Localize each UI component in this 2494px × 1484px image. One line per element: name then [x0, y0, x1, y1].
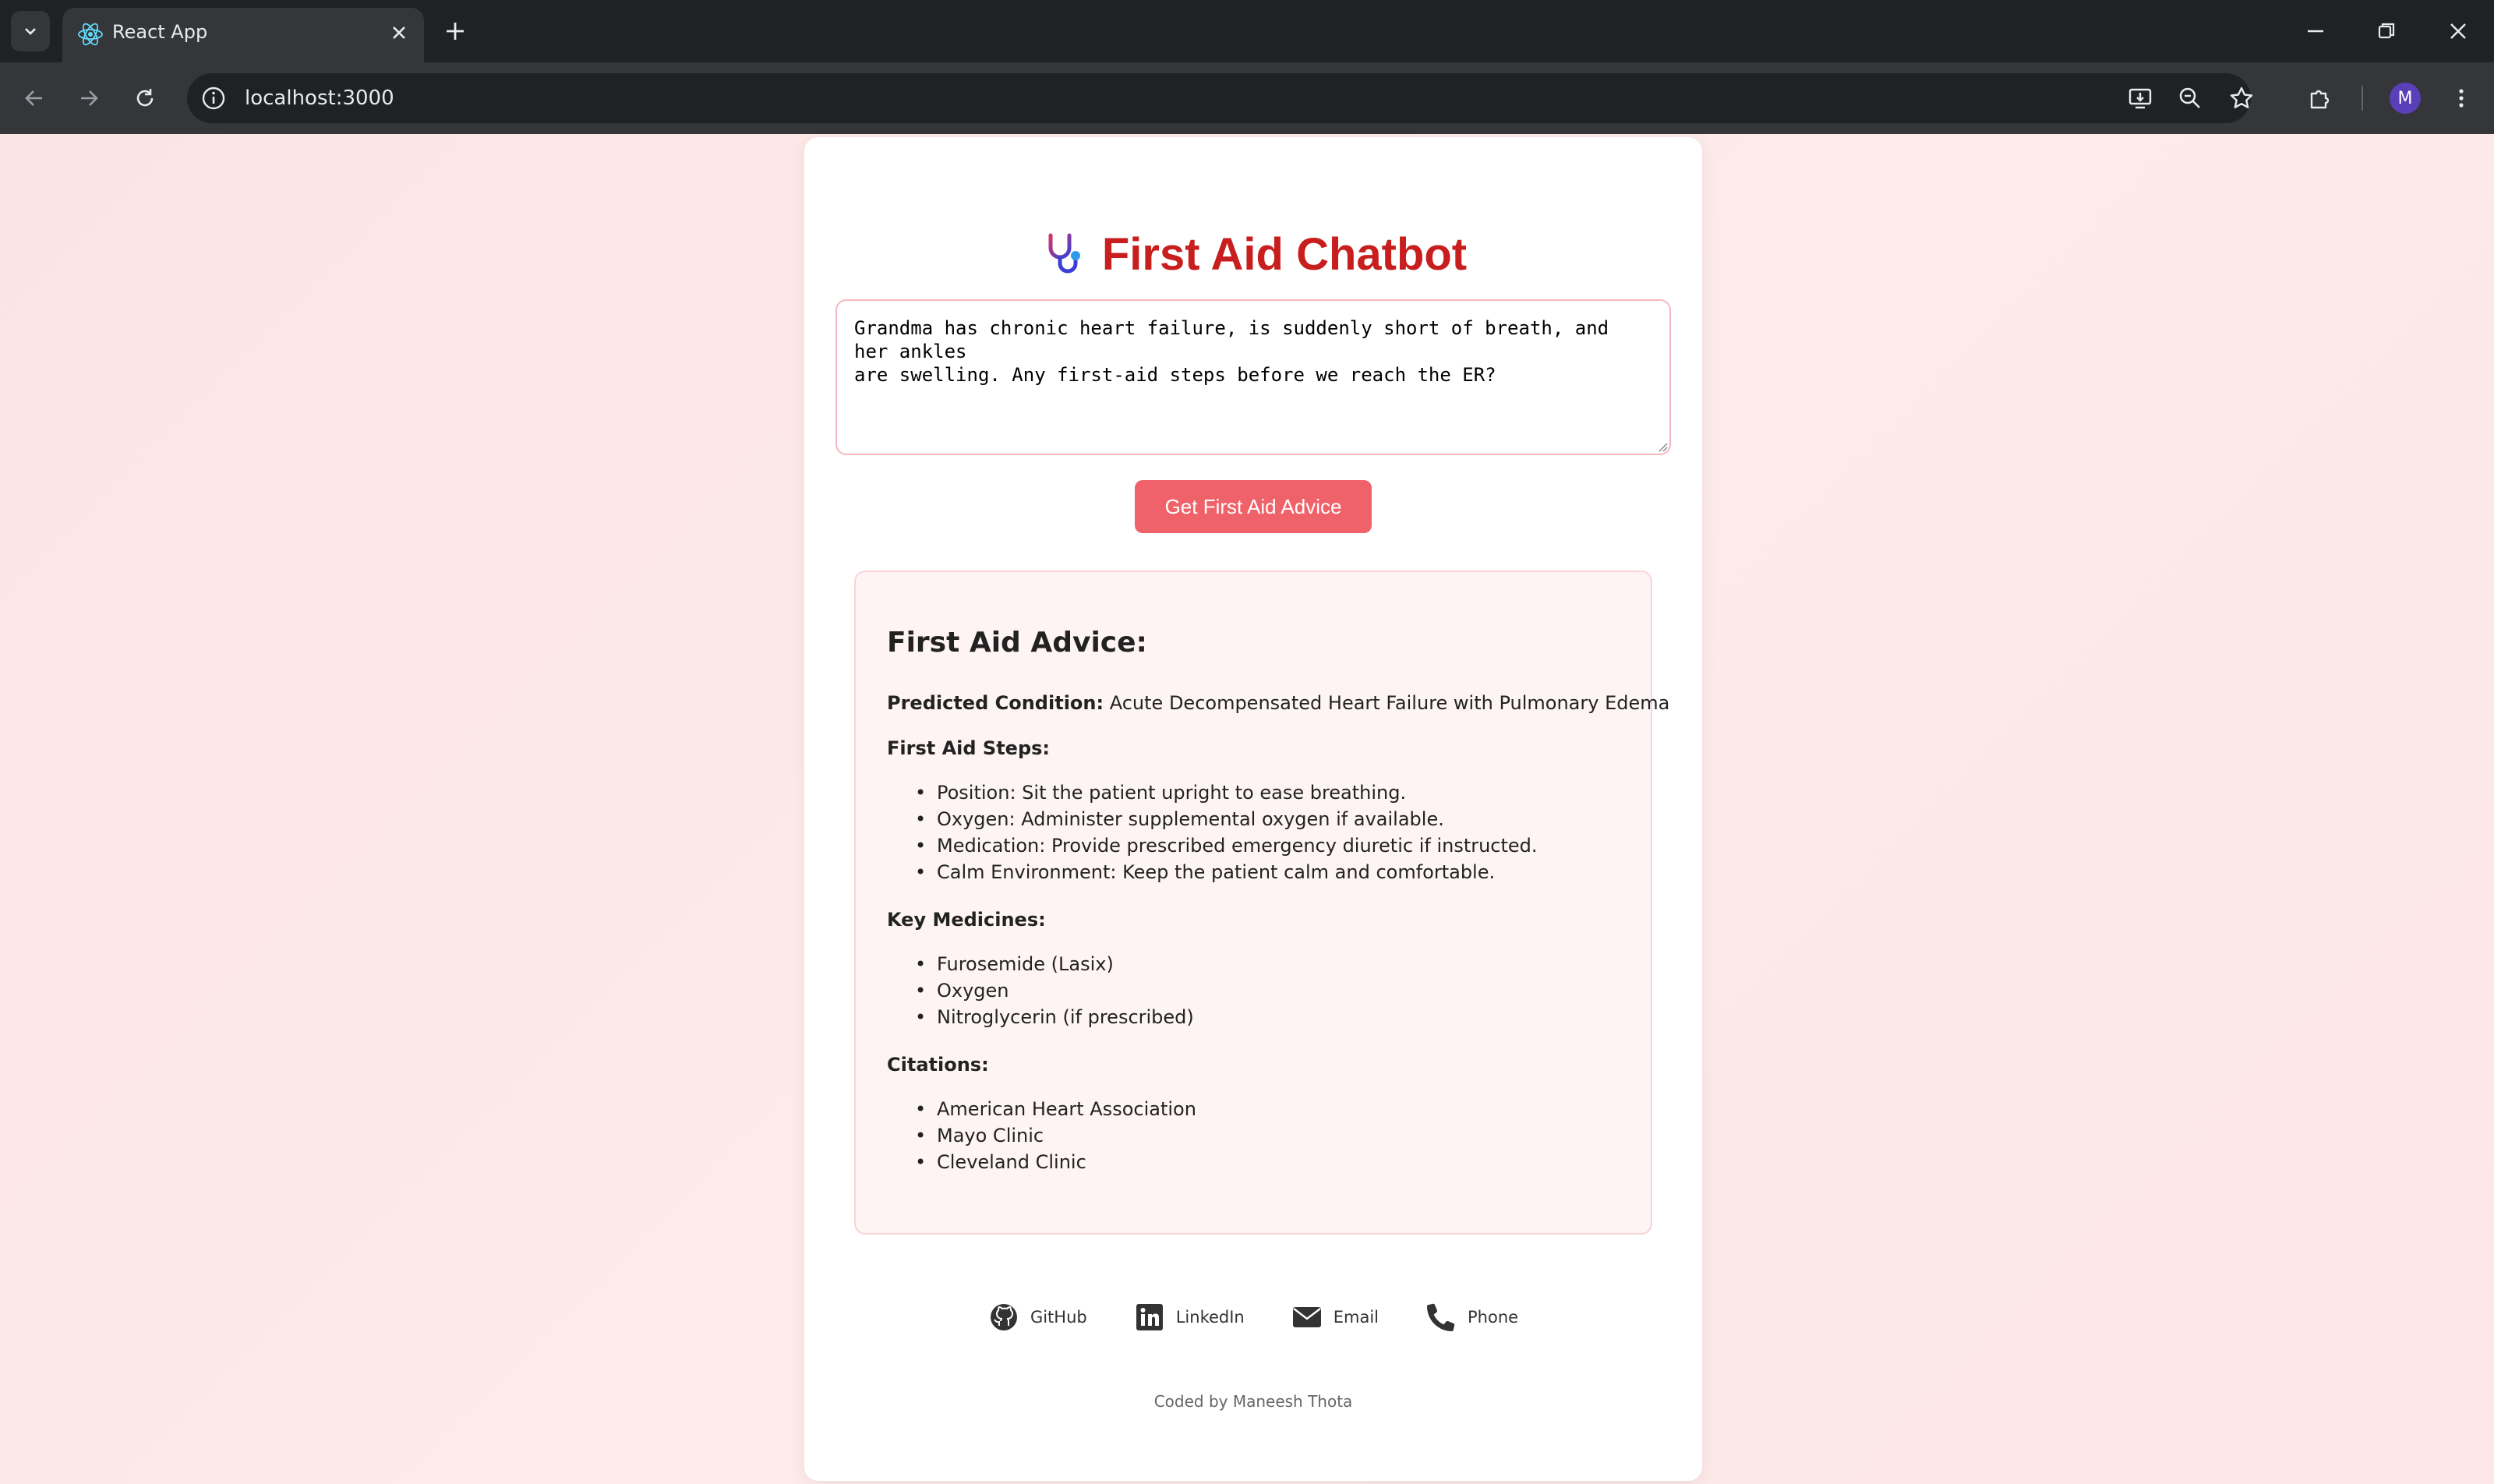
advice-panel: First Aid Advice: Predicted Condition: A… — [854, 571, 1669, 1235]
extensions-puzzle-icon[interactable] — [2305, 84, 2333, 112]
phone-link[interactable]: Phone — [1425, 1300, 1518, 1334]
phone-label: Phone — [1468, 1308, 1519, 1327]
symptom-input[interactable]: Grandma has chronic heart failure, is su… — [835, 299, 1671, 455]
list-item: Oxygen — [887, 977, 1194, 1004]
profile-avatar[interactable]: M — [2390, 83, 2421, 114]
citations-label: Citations: — [887, 1054, 989, 1076]
reload-icon[interactable] — [131, 84, 159, 112]
condition-value: Acute Decompensated Heart Failure with P… — [1109, 692, 1670, 714]
toolbar-separator — [2362, 86, 2363, 111]
browser-toolbar: localhost:3000 — [0, 62, 2494, 134]
steps-list: Position: Sit the patient upright to eas… — [887, 779, 1538, 885]
react-logo-icon — [78, 23, 103, 46]
chevron-down-icon — [25, 28, 36, 35]
browser-tabstrip: React App — [0, 0, 2494, 62]
github-link[interactable]: GitHub — [988, 1300, 1087, 1334]
github-label: GitHub — [1030, 1308, 1087, 1327]
medicines-label: Key Medicines: — [887, 909, 1046, 931]
email-label: Email — [1333, 1308, 1379, 1327]
github-icon — [990, 1304, 1017, 1330]
more-menu-icon[interactable] — [2447, 84, 2475, 112]
close-tab-icon[interactable] — [388, 22, 410, 44]
list-item: Calm Environment: Keep the patient calm … — [887, 859, 1538, 885]
restore-window-icon[interactable] — [2372, 17, 2400, 45]
list-item: American Heart Association — [887, 1096, 1196, 1122]
tab-title: React App — [112, 21, 208, 43]
list-item: Position: Sit the patient upright to eas… — [887, 779, 1538, 806]
title-text: First Aid Chatbot — [1101, 228, 1468, 280]
email-link[interactable]: Email — [1291, 1300, 1379, 1334]
citations-list: American Heart Association Mayo Clinic C… — [887, 1096, 1196, 1175]
forward-arrow-icon[interactable] — [75, 84, 103, 112]
list-item: Cleveland Clinic — [887, 1149, 1196, 1175]
footer-links: GitHub LinkedIn Email Phone — [804, 1300, 1702, 1334]
linkedin-label: LinkedIn — [1175, 1308, 1245, 1327]
condition-label: Predicted Condition: — [887, 692, 1104, 714]
envelope-icon — [1292, 1307, 1321, 1327]
minimize-window-icon[interactable] — [2301, 17, 2330, 45]
advice-heading: First Aid Advice: — [887, 627, 1147, 659]
back-arrow-icon[interactable] — [20, 84, 48, 112]
browser-tab-active[interactable]: React App — [62, 8, 424, 62]
get-advice-button[interactable]: Get First Aid Advice — [1135, 480, 1372, 533]
install-app-icon[interactable] — [2126, 84, 2154, 112]
medicines-list: Furosemide (Lasix) Oxygen Nitroglycerin … — [887, 951, 1194, 1030]
list-item: Nitroglycerin (if prescribed) — [887, 1004, 1194, 1030]
tab-search-button[interactable] — [11, 11, 50, 51]
list-item: Medication: Provide prescribed emergency… — [887, 832, 1538, 859]
phone-icon — [1427, 1303, 1455, 1331]
bookmark-star-icon[interactable] — [2227, 84, 2256, 112]
list-item: Mayo Clinic — [887, 1122, 1196, 1149]
close-window-icon[interactable] — [2444, 17, 2472, 45]
linkedin-link[interactable]: LinkedIn — [1134, 1300, 1245, 1334]
stethoscope-icon — [1048, 233, 1080, 274]
chatbot-card: First Aid Chatbot Grandma has chronic he… — [804, 137, 1702, 1481]
resize-handle-icon[interactable] — [1655, 440, 1668, 452]
predicted-condition: Predicted Condition: Acute Decompensated… — [887, 692, 1669, 714]
address-bar[interactable]: localhost:3000 — [187, 73, 2253, 123]
linkedin-icon — [1136, 1304, 1163, 1330]
list-item: Oxygen: Administer supplemental oxygen i… — [887, 806, 1538, 832]
new-tab-plus-icon[interactable] — [441, 17, 469, 45]
page-title: First Aid Chatbot — [804, 215, 1702, 293]
site-info-icon[interactable] — [200, 84, 228, 112]
steps-label: First Aid Steps: — [887, 737, 1051, 759]
list-item: Furosemide (Lasix) — [887, 951, 1194, 977]
zoom-icon[interactable] — [2176, 84, 2204, 112]
author-credit: Coded by Maneesh Thota — [1153, 1392, 1353, 1411]
url-text: localhost:3000 — [245, 87, 394, 110]
page-viewport: First Aid Chatbot Grandma has chronic he… — [0, 134, 2494, 1484]
